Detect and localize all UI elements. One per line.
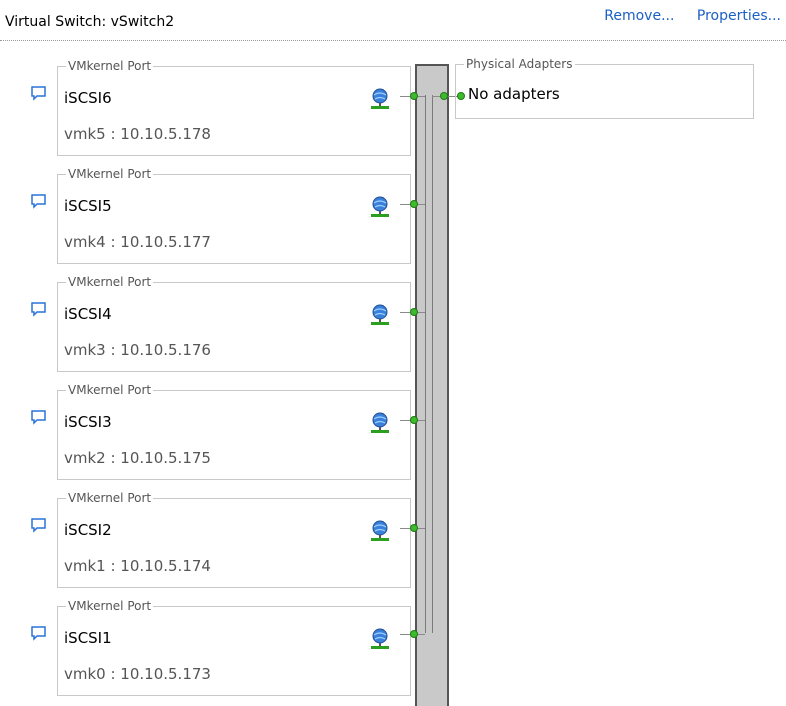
speech-bubble-icon — [31, 626, 46, 641]
uplink-dot — [440, 92, 448, 100]
switch-bus-line — [425, 95, 426, 633]
port-type-label: VMkernel Port — [66, 383, 154, 397]
port-type-label: VMkernel Port — [66, 59, 154, 73]
port-vmk-address: vmk4 : 10.10.5.177 — [64, 233, 211, 251]
globe-network-icon — [371, 412, 389, 433]
physical-adapters-legend: Physical Adapters — [464, 57, 575, 71]
port-group[interactable]: VMkernel Port iSCSI4 vmk3 : 10.10.5.176 — [57, 275, 411, 372]
physical-adapters-group[interactable]: Physical Adapters No adapters — [455, 57, 754, 119]
adapters-status: No adapters — [468, 85, 560, 103]
port-group[interactable]: VMkernel Port iSCSI1 vmk0 : 10.10.5.173 — [57, 599, 411, 696]
port-vmk-address: vmk1 : 10.10.5.174 — [64, 557, 211, 575]
port-connector-dot — [410, 416, 418, 424]
header-links: Remove... Properties... — [586, 8, 781, 24]
port-connector-dot — [410, 308, 418, 316]
port-name: iSCSI6 — [64, 89, 112, 107]
properties-link[interactable]: Properties... — [697, 8, 781, 24]
remove-link[interactable]: Remove... — [604, 8, 674, 24]
port-connector-dot — [410, 92, 418, 100]
port-type-label: VMkernel Port — [66, 491, 154, 505]
port-name: iSCSI1 — [64, 629, 112, 647]
globe-network-icon — [371, 628, 389, 649]
port-connector-dot — [410, 200, 418, 208]
port-vmk-address: vmk0 : 10.10.5.173 — [64, 665, 211, 683]
port-type-label: VMkernel Port — [66, 275, 154, 289]
port-name: iSCSI2 — [64, 521, 112, 539]
port-connector-dot — [410, 630, 418, 638]
switch-uplink-line — [432, 95, 433, 633]
speech-bubble-icon — [31, 302, 46, 317]
speech-bubble-icon — [31, 194, 46, 209]
port-type-label: VMkernel Port — [66, 599, 154, 613]
speech-bubble-icon — [31, 518, 46, 533]
port-vmk-address: vmk5 : 10.10.5.178 — [64, 125, 211, 143]
header-divider — [0, 40, 786, 41]
port-vmk-address: vmk3 : 10.10.5.176 — [64, 341, 211, 359]
port-name: iSCSI3 — [64, 413, 112, 431]
port-group[interactable]: VMkernel Port iSCSI3 vmk2 : 10.10.5.175 — [57, 383, 411, 480]
port-connector-dot — [410, 524, 418, 532]
port-name: iSCSI4 — [64, 305, 112, 323]
globe-network-icon — [371, 304, 389, 325]
speech-bubble-icon — [31, 86, 46, 101]
globe-network-icon — [371, 88, 389, 109]
globe-network-icon — [371, 196, 389, 217]
port-group[interactable]: VMkernel Port iSCSI2 vmk1 : 10.10.5.174 — [57, 491, 411, 588]
port-type-label: VMkernel Port — [66, 167, 154, 181]
port-group[interactable]: VMkernel Port iSCSI5 vmk4 : 10.10.5.177 — [57, 167, 411, 264]
speech-bubble-icon — [31, 410, 46, 425]
port-name: iSCSI5 — [64, 197, 112, 215]
port-group[interactable]: VMkernel Port iSCSI6 vmk5 : 10.10.5.178 — [57, 59, 411, 156]
vswitch-title: Virtual Switch: vSwitch2 — [5, 14, 175, 30]
port-vmk-address: vmk2 : 10.10.5.175 — [64, 449, 211, 467]
globe-network-icon — [371, 520, 389, 541]
